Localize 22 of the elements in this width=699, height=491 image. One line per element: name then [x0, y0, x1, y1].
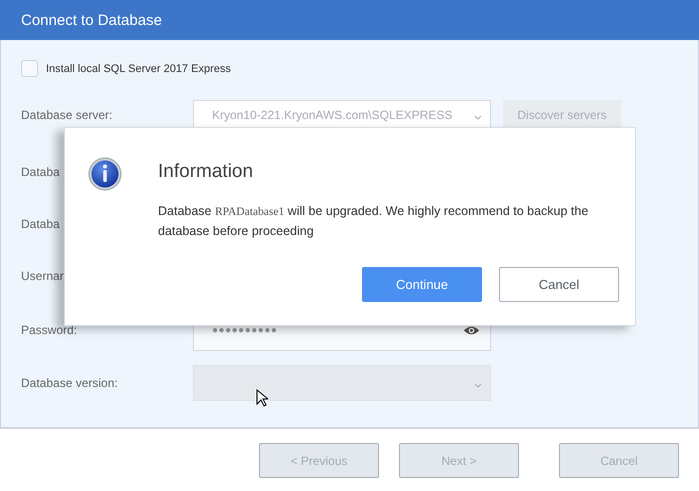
checkbox-label: Install local SQL Server 2017 Express: [46, 62, 231, 74]
dropdown-field[interactable]: Kryon10-221.KryonAWS.com\SQLEXPRESS: [193, 100, 491, 130]
info-icon: [88, 157, 122, 191]
cancel-button[interactable]: Cancel: [499, 267, 619, 302]
continue-button[interactable]: Continue: [362, 267, 482, 302]
checkbox[interactable]: [21, 60, 38, 77]
field-label: Password:: [21, 323, 78, 337]
dialog-title: Information: [158, 161, 254, 183]
field-label: Databa: [21, 165, 60, 179]
window-title: Connect to Database: [21, 12, 162, 28]
field-label: Database version:: [21, 376, 118, 390]
eye-icon[interactable]: [463, 324, 480, 336]
dialog-message: Database RPADatabase1 will be upgraded. We highly recommend to backup the database before proceeding: [158, 203, 590, 240]
password-value: ●●●●●●●●●●: [212, 324, 278, 336]
mouse-cursor-icon: [256, 389, 268, 407]
field-label: Databa: [21, 217, 60, 231]
chevron-down-icon: [474, 115, 482, 120]
field-label: Database server:: [21, 108, 112, 122]
field-label: Usernar: [21, 269, 64, 283]
discover-button[interactable]: Discover servers: [503, 100, 621, 130]
field-value: Kryon10-221.KryonAWS.com\SQLEXPRESS: [212, 108, 452, 122]
chevron-down-icon: [474, 383, 482, 388]
